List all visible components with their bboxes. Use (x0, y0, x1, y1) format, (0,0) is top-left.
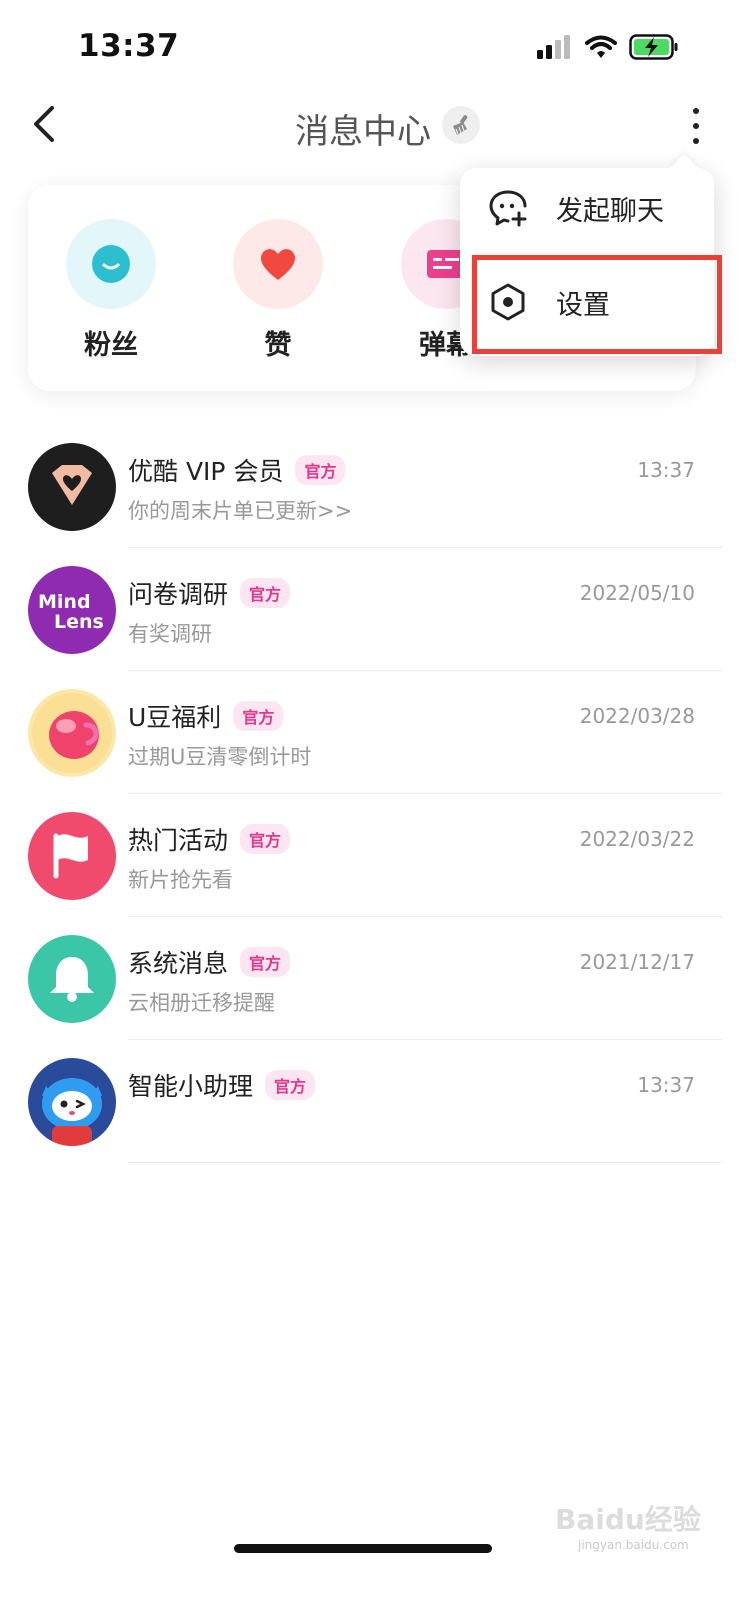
back-arrow-icon (34, 106, 54, 142)
svg-text:Lens: Lens (54, 611, 104, 633)
name-row: 优酷 VIP 会员 官方 (128, 452, 346, 488)
more-dot-icon (693, 138, 699, 144)
message-time: 2022/05/10 (579, 581, 695, 605)
settings-highlight-box (472, 255, 722, 354)
status-icons (537, 34, 679, 60)
shortcut-likes[interactable]: 赞 (218, 219, 338, 362)
shortcut-label: 赞 (264, 330, 292, 361)
message-preview: 云相册迁移提醒 (128, 991, 275, 1015)
shortcut-label: 粉丝 (84, 330, 138, 361)
nav-bar: 消息中心 (0, 90, 739, 160)
watermark-url: jingyan.baidu.com (578, 1538, 689, 1552)
mindlens-logo-icon: Mind Lens (38, 591, 104, 633)
svg-text:Mind: Mind (38, 591, 91, 613)
shortcut-likes-circle (233, 219, 323, 309)
message-preview: 有奖调研 (128, 622, 212, 646)
message-time: 2022/03/28 (579, 704, 695, 728)
message-item-system[interactable]: 系统消息 官方 云相册迁移提醒 2021/12/17 (0, 917, 739, 1040)
sender-name: 智能小助理 (128, 1072, 254, 1101)
avatar (28, 1058, 116, 1146)
avatar (28, 935, 116, 1023)
message-item-assistant[interactable]: 智能小助理 官方 13:37 (0, 1040, 739, 1163)
message-time: 13:37 (637, 458, 695, 482)
name-row: 系统消息 官方 (128, 944, 291, 980)
message-preview: 你的周末片单已更新>> (128, 499, 353, 523)
more-dot-icon (693, 108, 699, 114)
official-badge: 官方 (265, 1070, 316, 1100)
shortcut-fans[interactable]: 粉丝 (51, 219, 171, 362)
name-row: 问卷调研 官方 (128, 575, 291, 611)
sender-name: 问卷调研 (128, 580, 229, 609)
sender-name: 热门活动 (128, 826, 229, 855)
bell-icon (50, 957, 94, 1002)
shortcut-fans-circle (66, 219, 156, 309)
battery-charging-icon (629, 34, 678, 60)
status-time: 13:37 (78, 28, 180, 64)
heart-icon (260, 249, 296, 280)
official-badge: 官方 (233, 701, 284, 731)
message-item-events[interactable]: 热门活动 官方 新片抢先看 2022/03/22 (0, 794, 739, 917)
message-item-ubean[interactable]: U豆福利 官方 过期U豆清零倒计时 2022/03/28 (0, 671, 739, 794)
assistant-mascot-icon (42, 1078, 102, 1146)
sender-name: 优酷 VIP 会员 (128, 457, 284, 486)
ubean-icon (32, 693, 112, 773)
page-title: 消息中心 (295, 112, 431, 152)
message-time: 2021/12/17 (579, 950, 695, 974)
message-time: 13:37 (637, 1073, 695, 1097)
avatar: Mind Lens (28, 566, 116, 654)
message-item-vip[interactable]: 优酷 VIP 会员 官方 你的周末片单已更新>> 13:37 (0, 425, 739, 548)
message-list: 优酷 VIP 会员 官方 你的周末片单已更新>> 13:37 Mind Lens… (0, 425, 739, 1163)
status-bar: 13:37 (0, 0, 739, 100)
message-preview: 过期U豆清零倒计时 (128, 745, 312, 769)
name-row: U豆福利 官方 (128, 698, 284, 734)
message-item-survey[interactable]: Mind Lens 问卷调研 官方 有奖调研 2022/05/10 (0, 548, 739, 671)
message-preview: 新片抢先看 (128, 868, 233, 892)
official-badge: 官方 (295, 455, 346, 485)
flag-icon (53, 833, 88, 879)
home-indicator[interactable] (234, 1544, 492, 1553)
back-button[interactable] (28, 104, 64, 144)
more-menu-button[interactable] (681, 104, 711, 148)
smile-face-icon (92, 245, 130, 283)
vip-diamond-icon (52, 465, 92, 505)
divider (128, 1162, 723, 1163)
official-badge: 官方 (240, 578, 291, 608)
avatar (28, 812, 116, 900)
sender-name: 系统消息 (128, 949, 229, 978)
more-dot-icon (693, 123, 699, 129)
message-time: 2022/03/22 (579, 827, 695, 851)
official-badge: 官方 (240, 947, 291, 977)
avatar (28, 443, 116, 531)
broom-icon (453, 115, 468, 135)
chat-add-icon (489, 190, 527, 227)
menu-item-label: 发起聊天 (556, 195, 664, 227)
official-badge: 官方 (240, 824, 291, 854)
wifi-icon (585, 35, 617, 58)
sender-name: U豆福利 (128, 703, 222, 732)
name-row: 智能小助理 官方 (128, 1067, 316, 1103)
cellular-signal-icon (537, 35, 570, 59)
name-row: 热门活动 官方 (128, 821, 291, 857)
watermark: Baidu经验 (555, 1503, 701, 1536)
menu-item-start-chat[interactable]: 发起聊天 (460, 168, 714, 248)
clear-unread-button[interactable] (442, 106, 480, 144)
avatar (28, 689, 116, 777)
